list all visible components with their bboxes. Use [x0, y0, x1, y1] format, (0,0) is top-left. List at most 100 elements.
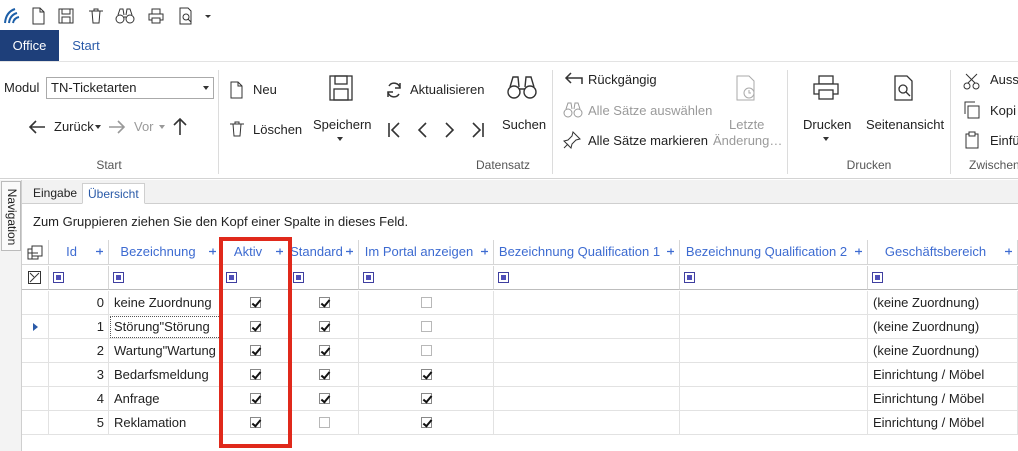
next-record-icon[interactable] — [442, 120, 458, 140]
tab-start[interactable]: Start — [59, 30, 113, 61]
filter-cell-standard[interactable] — [289, 266, 359, 290]
filter-cell-aktiv[interactable] — [222, 266, 289, 290]
filter-operator-icon[interactable] — [293, 272, 304, 283]
copy-icon[interactable] — [962, 100, 982, 120]
last-changes-line1[interactable]: Letzte — [729, 117, 764, 132]
last-record-icon[interactable] — [470, 120, 486, 140]
select-all-icon[interactable] — [562, 100, 584, 120]
print-button[interactable]: Drucken — [803, 117, 851, 132]
arrow-up-icon[interactable] — [170, 115, 190, 137]
filter-operator-icon[interactable] — [363, 272, 374, 283]
page-preview-button[interactable]: Seitenansicht — [866, 117, 944, 132]
print-preview-icon[interactable] — [176, 6, 196, 26]
print-icon[interactable] — [811, 74, 841, 102]
checkbox-unchecked[interactable] — [421, 297, 432, 308]
cell-bezeichnung[interactable]: Bedarfsmeldung — [109, 363, 222, 387]
column-header-bezeichnung[interactable]: Bezeichnung — [109, 240, 222, 265]
checkbox-checked[interactable] — [250, 321, 261, 332]
pin-icon[interactable] — [666, 247, 675, 256]
filter-cell-portal[interactable] — [359, 266, 494, 290]
save-icon[interactable] — [328, 74, 354, 102]
cell-aktiv[interactable] — [222, 411, 289, 435]
last-changes-icon[interactable] — [733, 74, 759, 102]
save-dropdown-icon[interactable] — [336, 135, 344, 143]
column-header-aktiv[interactable]: Aktiv — [222, 240, 289, 265]
paste-button[interactable]: Einfü — [990, 133, 1018, 148]
last-changes-line2[interactable]: Änderung… — [713, 133, 782, 148]
first-record-icon[interactable] — [386, 120, 402, 140]
column-header-geschaeft[interactable]: Geschäftsbereich — [868, 240, 1018, 265]
app-logo-icon[interactable] — [2, 6, 22, 26]
cell-bezeichnung[interactable]: Reklamation — [109, 411, 222, 435]
pin-icon[interactable] — [275, 247, 284, 256]
checkbox-checked[interactable] — [318, 369, 330, 380]
checkbox-checked[interactable] — [421, 393, 432, 404]
new-button[interactable]: Neu — [253, 82, 277, 97]
cell-qual2[interactable] — [680, 291, 868, 315]
search-button[interactable]: Suchen — [502, 117, 546, 132]
undo-button[interactable]: Rückgängig — [588, 72, 657, 87]
delete-icon[interactable] — [227, 119, 247, 139]
cell-bezeichnung[interactable]: keine Zuordnung — [109, 291, 222, 315]
cut-icon[interactable] — [962, 71, 982, 91]
cell-portal[interactable] — [359, 315, 494, 339]
cell-aktiv[interactable] — [222, 363, 289, 387]
cell-geschaeft[interactable]: (keine Zuordnung) — [868, 315, 1018, 339]
copy-button[interactable]: Kopi — [990, 103, 1016, 118]
checkbox-checked[interactable] — [250, 297, 261, 308]
column-header-qual1[interactable]: Bezeichnung Qualification 1 — [494, 240, 680, 265]
filter-cell-bezeichnung[interactable] — [109, 266, 222, 290]
cell-portal[interactable] — [359, 363, 494, 387]
refresh-button[interactable]: Aktualisieren — [410, 82, 484, 97]
filter-cell-qual2[interactable] — [680, 266, 868, 290]
delete-icon[interactable] — [86, 6, 106, 26]
checkbox-checked[interactable] — [250, 393, 261, 404]
checkbox-checked[interactable] — [250, 345, 261, 356]
print-icon[interactable] — [146, 6, 166, 26]
pin-icon[interactable] — [345, 247, 354, 256]
pin-icon[interactable] — [854, 247, 863, 256]
cell-id[interactable]: 5 — [49, 411, 109, 435]
module-select[interactable]: TN-Ticketarten — [46, 77, 214, 99]
customize-toolbar-icon[interactable] — [202, 6, 214, 26]
cell-geschaeft[interactable]: Einrichtung / Möbel — [868, 363, 1018, 387]
column-header-qual2[interactable]: Bezeichnung Qualification 2 — [680, 240, 868, 265]
page-preview-icon[interactable] — [891, 74, 917, 102]
checkbox-checked[interactable] — [318, 321, 330, 332]
cell-qual2[interactable] — [680, 411, 868, 435]
pin-icon[interactable] — [562, 130, 582, 150]
cell-aktiv[interactable] — [222, 339, 289, 363]
cell-id[interactable]: 2 — [49, 339, 109, 363]
pin-icon[interactable] — [208, 247, 217, 256]
save-button[interactable]: Speichern — [313, 117, 372, 132]
cell-standard[interactable] — [289, 315, 359, 339]
arrow-left-icon[interactable] — [26, 116, 48, 138]
tab-eingabe[interactable]: Eingabe — [28, 183, 82, 204]
cell-standard[interactable] — [289, 339, 359, 363]
cell-geschaeft[interactable]: (keine Zuordnung) — [868, 339, 1018, 363]
checkbox-checked[interactable] — [421, 369, 432, 380]
cell-qual1[interactable] — [494, 387, 680, 411]
filter-operator-icon[interactable] — [113, 272, 124, 283]
cell-aktiv[interactable] — [222, 315, 289, 339]
back-dropdown-icon[interactable] — [94, 123, 102, 131]
column-chooser[interactable] — [22, 240, 49, 265]
checkbox-unchecked[interactable] — [318, 417, 330, 428]
filter-operator-icon[interactable] — [684, 272, 695, 283]
refresh-icon[interactable] — [384, 80, 404, 100]
checkbox-unchecked[interactable] — [421, 345, 432, 356]
cell-standard[interactable] — [289, 387, 359, 411]
save-icon[interactable] — [56, 6, 76, 26]
previous-record-icon[interactable] — [414, 120, 430, 140]
checkbox-checked[interactable] — [250, 369, 261, 380]
column-header-standard[interactable]: Standard — [289, 240, 359, 265]
cell-bezeichnung[interactable]: Störung"Störung — [109, 315, 222, 339]
mark-all-button[interactable]: Alle Sätze markieren — [588, 133, 708, 148]
cell-standard[interactable] — [289, 363, 359, 387]
checkbox-checked[interactable] — [421, 417, 432, 428]
pin-icon[interactable] — [1004, 247, 1013, 256]
forward-button[interactable]: Vor — [134, 119, 154, 134]
cell-aktiv[interactable] — [222, 291, 289, 315]
cell-portal[interactable] — [359, 411, 494, 435]
tab-uebersicht[interactable]: Übersicht — [82, 183, 145, 204]
